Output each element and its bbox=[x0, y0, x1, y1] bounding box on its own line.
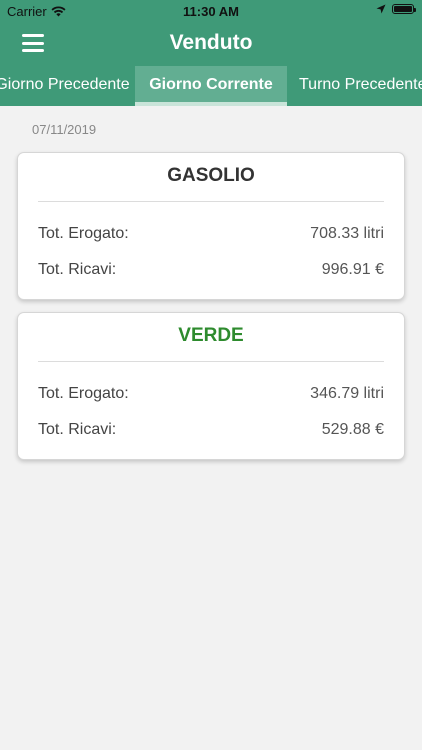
divider bbox=[38, 201, 384, 202]
ricavi-label: Tot. Ricavi: bbox=[38, 421, 117, 438]
fuel-title: GASOLIO bbox=[167, 165, 255, 186]
fuel-card-gasolio: GASOLIO Tot. Erogato: 708.33 litri Tot. … bbox=[17, 152, 405, 300]
erogato-label: Tot. Erogato: bbox=[38, 385, 129, 402]
tab-giorno-precedente[interactable]: Giorno Precedente bbox=[0, 66, 135, 106]
erogato-label: Tot. Erogato: bbox=[38, 225, 129, 242]
erogato-row: Tot. Erogato: 346.79 litri bbox=[38, 385, 384, 403]
tab-bar: Giorno Precedente Giorno Corrente Turno … bbox=[0, 66, 422, 106]
ricavi-row: Tot. Ricavi: 996.91 € bbox=[38, 261, 384, 279]
fuel-card-verde: VERDE Tot. Erogato: 346.79 litri Tot. Ri… bbox=[17, 312, 405, 460]
navigation-bar: Venduto bbox=[0, 22, 422, 66]
ricavi-value: 996.91 € bbox=[321, 261, 384, 278]
tab-turno-precedente[interactable]: Turno Precedente bbox=[287, 66, 422, 106]
status-right bbox=[376, 4, 416, 14]
clock: 11:30 AM bbox=[183, 4, 239, 19]
status-bar: Carrier 11:30 AM bbox=[0, 0, 422, 22]
fuel-title: VERDE bbox=[178, 325, 244, 346]
ricavi-value: 529.88 € bbox=[321, 421, 384, 438]
ricavi-label: Tot. Ricavi: bbox=[38, 261, 117, 278]
erogato-value: 346.79 litri bbox=[310, 385, 384, 402]
erogato-row: Tot. Erogato: 708.33 litri bbox=[38, 225, 384, 243]
erogato-value: 708.33 litri bbox=[310, 225, 384, 242]
divider bbox=[38, 361, 384, 362]
location-arrow-icon bbox=[376, 4, 386, 14]
battery-icon bbox=[392, 4, 416, 14]
tab-giorno-corrente[interactable]: Giorno Corrente bbox=[135, 66, 287, 106]
page-title: Venduto bbox=[169, 31, 253, 54]
report-date: 07/11/2019 bbox=[32, 122, 97, 137]
ricavi-row: Tot. Ricavi: 529.88 € bbox=[38, 421, 384, 439]
